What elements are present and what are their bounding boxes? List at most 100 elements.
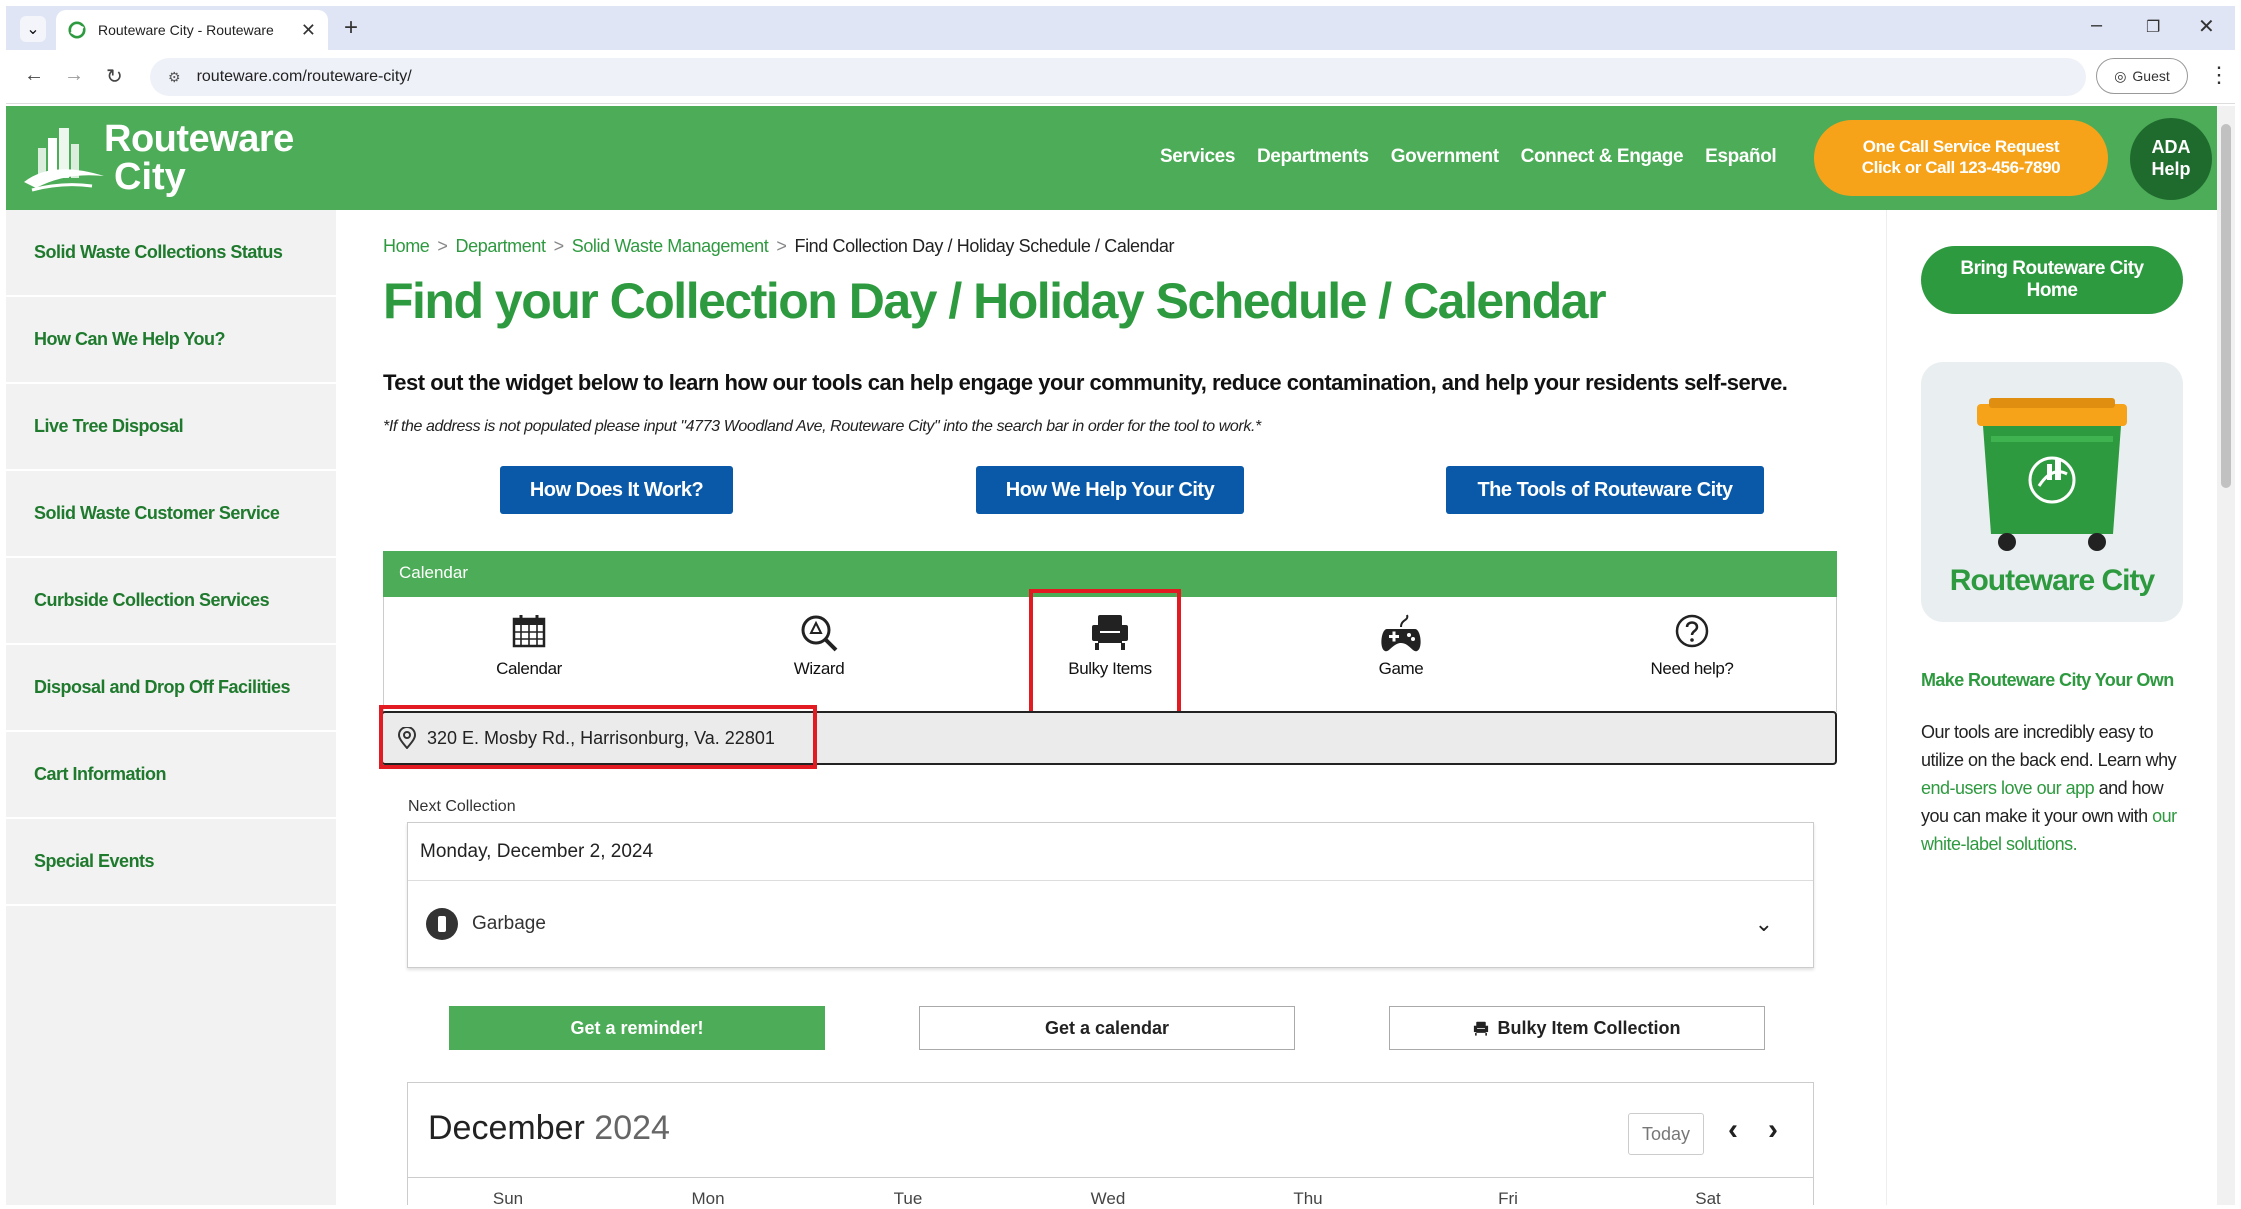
site-logo[interactable]: Routeware City <box>22 118 322 200</box>
profile-button[interactable]: ◎ Guest <box>2096 58 2188 94</box>
sidebar-item-customer-service[interactable]: Solid Waste Customer Service <box>6 471 336 558</box>
sidebar-item-how-can-we-help[interactable]: How Can We Help You? <box>6 297 336 384</box>
browser-tab-strip: ⌄ Routeware City - Routeware ✕ + – ❐ ✕ <box>6 6 2235 50</box>
calendar-year: 2024 <box>594 1109 670 1147</box>
browser-toolbar: ← → ↻ ⚙ routeware.com/routeware-city/ ◎ … <box>6 50 2235 104</box>
tab-search-dropdown[interactable]: ⌄ <box>20 16 46 42</box>
intro-text: Test out the widget below to learn how o… <box>383 370 1788 395</box>
one-call-service-request-button[interactable]: One Call Service Request Click or Call 1… <box>1814 120 2108 196</box>
breadcrumb-home[interactable]: Home <box>383 236 430 256</box>
restore-icon[interactable]: ❐ <box>2146 17 2160 37</box>
breadcrumb-separator: > <box>553 236 565 256</box>
promo-card[interactable]: Routeware City <box>1921 362 2183 622</box>
window-close-icon[interactable]: ✕ <box>2198 14 2215 39</box>
weekday-fri: Fri <box>1498 1189 1518 1208</box>
reload-icon[interactable]: ↻ <box>106 64 123 89</box>
minimize-icon[interactable]: – <box>2091 14 2102 37</box>
back-icon[interactable]: ← <box>24 64 44 87</box>
tools-button[interactable]: The Tools of Routeware City <box>1446 466 1764 514</box>
breadcrumb-department[interactable]: Department <box>456 236 546 256</box>
armchair-icon <box>1474 1021 1489 1036</box>
tab-need-help[interactable]: Need help? <box>1592 614 1792 679</box>
site-header: Routeware City Services Departments Gove… <box>6 106 2217 210</box>
calendar-divider <box>408 1177 1813 1178</box>
browser-menu-icon[interactable]: ⋮ <box>2208 62 2230 88</box>
right-sidebar: Bring Routeware City Home Routeware City… <box>1886 210 2217 1205</box>
site-info-icon[interactable]: ⚙ <box>168 69 181 86</box>
nav-espanol[interactable]: Español <box>1705 146 1777 168</box>
tab-label: Game <box>1378 659 1424 678</box>
new-tab-icon[interactable]: + <box>344 14 358 42</box>
bulky-item-collection-button[interactable]: Bulky Item Collection <box>1389 1006 1765 1050</box>
nav-departments[interactable]: Departments <box>1257 146 1369 168</box>
ada-help-button[interactable]: ADA Help <box>2130 118 2212 200</box>
browser-tab[interactable]: Routeware City - Routeware ✕ <box>56 10 328 50</box>
sidebar-item-collections-status[interactable]: Solid Waste Collections Status <box>6 210 336 297</box>
forward-icon[interactable]: → <box>64 64 84 87</box>
weekday-mon: Mon <box>691 1189 725 1208</box>
sidebar-item-live-tree-disposal[interactable]: Live Tree Disposal <box>6 384 336 471</box>
nav-government[interactable]: Government <box>1391 146 1499 168</box>
how-we-help-button[interactable]: How We Help Your City <box>976 466 1244 514</box>
weekday-thu: Thu <box>1293 1189 1323 1208</box>
tab-wizard[interactable]: Wizard <box>719 615 919 679</box>
make-it-your-own-heading[interactable]: Make Routeware City Your Own <box>1921 670 2174 691</box>
green-dumpster-icon <box>1977 398 2127 551</box>
get-reminder-button[interactable]: Get a reminder! <box>449 1006 825 1050</box>
bring-routeware-city-home-button[interactable]: Bring Routeware City Home <box>1921 246 2183 314</box>
today-button[interactable]: Today <box>1628 1113 1704 1155</box>
get-calendar-button[interactable]: Get a calendar <box>919 1006 1295 1050</box>
bulky-item-collection-label: Bulky Item Collection <box>1497 1017 1681 1038</box>
bring-label-line1: Bring Routeware City <box>1960 258 2144 279</box>
tab-title: Routeware City - Routeware <box>98 22 274 38</box>
scrollbar-thumb[interactable] <box>2221 124 2231 488</box>
weekday-wed: Wed <box>1090 1189 1126 1208</box>
logo-text-city: City <box>114 156 186 198</box>
sidebar-item-curbside-collection[interactable]: Curbside Collection Services <box>6 558 336 645</box>
one-call-title: One Call Service Request <box>1862 137 2060 156</box>
nav-connect-engage[interactable]: Connect & Engage <box>1521 146 1684 168</box>
tab-label: Need help? <box>1650 659 1734 678</box>
address-bar[interactable]: ⚙ routeware.com/routeware-city/ <box>150 58 2086 96</box>
chevron-down-icon[interactable]: ⌄ <box>1755 911 1773 937</box>
main-nav: Services Departments Government Connect … <box>1160 146 1777 168</box>
chevron-down-icon: ⌄ <box>26 21 40 38</box>
how-does-it-work-button[interactable]: How Does It Work? <box>500 466 733 514</box>
ada-label: ADA <box>2151 137 2191 157</box>
page-scrollbar[interactable] <box>2217 106 2235 1205</box>
calendar-icon <box>512 615 546 648</box>
help-label: Help <box>2151 159 2191 179</box>
breadcrumb: Home > Department > Solid Waste Management > F… <box>383 236 1174 257</box>
aside-text-1: Our tools are incredibly easy to utilize… <box>1921 722 2177 770</box>
address-note: *If the address is not populated please … <box>383 418 1261 435</box>
weekday-sun: Sun <box>492 1189 524 1208</box>
breadcrumb-current: Find Collection Day / Holiday Schedule /… <box>794 236 1175 256</box>
month-calendar: December 2024 Today ‹ › Sun Mon Tue Wed … <box>407 1082 1814 1208</box>
garbage-can-icon <box>426 908 458 940</box>
profile-label: Guest <box>2132 68 2170 84</box>
tab-calendar[interactable]: Calendar <box>429 615 629 679</box>
tab-game[interactable]: Game <box>1301 614 1501 679</box>
profile-icon: ◎ <box>2114 67 2127 84</box>
breadcrumb-solid-waste[interactable]: Solid Waste Management <box>572 236 769 256</box>
tab-label: Calendar <box>496 659 562 678</box>
routeware-favicon-icon <box>68 21 86 39</box>
prev-month-icon[interactable]: ‹ <box>1728 1113 1738 1147</box>
collection-type-row[interactable]: Garbage ⌄ <box>408 881 1813 967</box>
close-tab-icon[interactable]: ✕ <box>301 20 316 41</box>
page-title: Find your Collection Day / Holiday Sched… <box>383 273 1607 329</box>
sidebar-item-cart-information[interactable]: Cart Information <box>6 732 336 819</box>
city-skyline-logo-icon <box>24 128 104 192</box>
breadcrumb-separator: > <box>776 236 787 256</box>
sidebar-item-disposal-facilities[interactable]: Disposal and Drop Off Facilities <box>6 645 336 732</box>
end-users-link[interactable]: end-users love our app <box>1921 778 2095 798</box>
promo-name: Routeware City <box>1949 564 2155 597</box>
recycle-search-icon <box>801 615 838 652</box>
sidebar-item-special-events[interactable]: Special Events <box>6 819 336 906</box>
one-call-subtitle: Click or Call 123-456-7890 <box>1861 158 2061 177</box>
url-text: routeware.com/routeware-city/ <box>196 68 412 85</box>
calendar-month: December <box>428 1109 585 1147</box>
nav-services[interactable]: Services <box>1160 146 1235 168</box>
next-month-icon[interactable]: › <box>1768 1113 1778 1147</box>
question-circle-icon <box>1675 614 1709 648</box>
